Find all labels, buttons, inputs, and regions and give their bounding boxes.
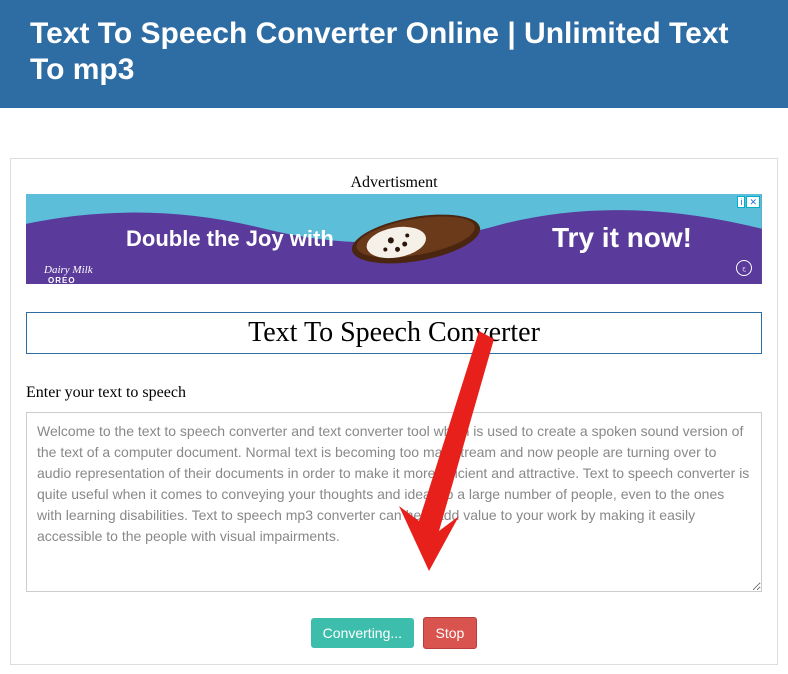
ad-close-badge[interactable]: i ✕ bbox=[737, 196, 760, 208]
ad-brand-logo: Dairy Milk bbox=[44, 264, 93, 276]
section-title: Text To Speech Converter bbox=[37, 317, 751, 349]
button-row: Converting... Stop bbox=[26, 617, 762, 649]
page-header: Text To Speech Converter Online | Unlimi… bbox=[0, 0, 788, 108]
ad-banner[interactable]: Dairy Milk OREO Double the Joy with Try … bbox=[26, 194, 762, 284]
ad-info-icon[interactable]: i bbox=[737, 196, 745, 208]
ad-brand-sub: OREO bbox=[48, 276, 76, 284]
section-title-box: Text To Speech Converter bbox=[26, 312, 762, 354]
textarea-label: Enter your text to speech bbox=[26, 384, 762, 402]
ad-label: Advertisment bbox=[26, 174, 762, 192]
text-input[interactable] bbox=[26, 412, 762, 592]
page-title: Text To Speech Converter Online | Unlimi… bbox=[30, 16, 758, 88]
stop-button[interactable]: Stop bbox=[423, 617, 478, 649]
convert-button[interactable]: Converting... bbox=[311, 618, 414, 648]
ad-halal-icon: ح bbox=[736, 260, 752, 276]
ad-close-icon[interactable]: ✕ bbox=[746, 196, 760, 208]
ad-text-left: Double the Joy with bbox=[126, 226, 334, 252]
main-container: Advertisment Dairy Milk OREO Double the … bbox=[10, 158, 778, 665]
ad-text-right: Try it now! bbox=[552, 222, 692, 254]
